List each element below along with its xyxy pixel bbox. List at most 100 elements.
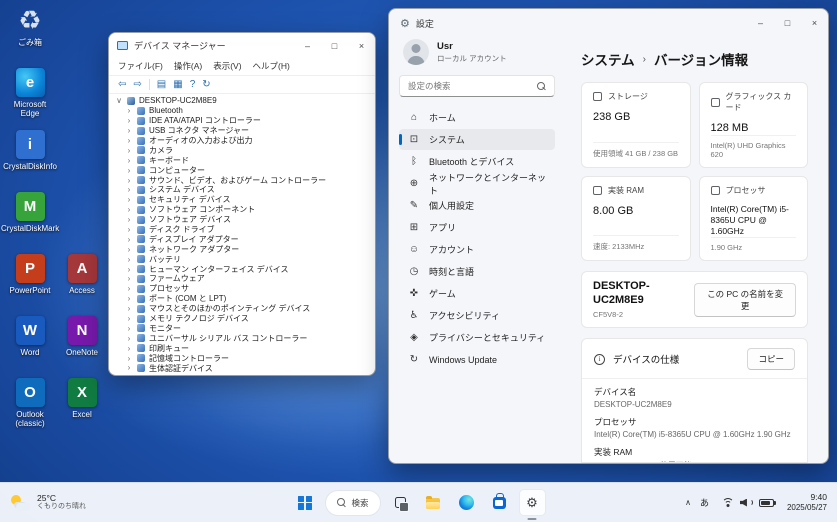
sidebar-item-time-language[interactable]: ◷ 時刻と言語	[399, 261, 555, 282]
desktop-icon-access[interactable]: A Access	[58, 254, 106, 295]
chevron-right-icon[interactable]: ›	[125, 205, 133, 214]
chevron-right-icon[interactable]: ›	[125, 106, 133, 115]
chevron-right-icon[interactable]: ›	[125, 255, 133, 264]
chevron-right-icon[interactable]: ›	[125, 265, 133, 274]
menubar-item-3[interactable]: ヘルプ(H)	[253, 60, 290, 72]
devmgr-maximize-button[interactable]: □	[321, 33, 348, 58]
settings-minimize-button[interactable]: –	[747, 9, 774, 37]
forward-icon[interactable]: ⇨	[133, 79, 141, 90]
settings-search-input[interactable]	[408, 81, 537, 91]
documentation-icon[interactable]: ▤	[157, 79, 166, 90]
copy-button[interactable]: コピー	[747, 348, 795, 371]
chevron-right-icon[interactable]: ›	[125, 176, 133, 185]
windows-start-icon	[297, 495, 312, 510]
scan-hardware-icon[interactable]: ↻	[202, 79, 210, 90]
chevron-right-icon[interactable]: ›	[125, 245, 133, 254]
chevron-right-icon[interactable]: ›	[125, 146, 133, 155]
chevron-right-icon[interactable]: ›	[125, 344, 133, 353]
chevron-right-icon[interactable]: ›	[125, 354, 133, 363]
settings-nav: ⌂ ホーム ⊡ システム ᛒ Bluetooth とデバイス ⊕ ネットワークとインターネット…	[399, 107, 555, 463]
menubar-item-0[interactable]: ファイル(F)	[118, 60, 163, 72]
back-icon[interactable]: ⇦	[118, 79, 126, 90]
tray-chevron-up-icon[interactable]: ∧	[685, 498, 691, 507]
desktop-icon-excel[interactable]: X Excel	[58, 378, 106, 419]
desktop-icon-powerpoint[interactable]: P PowerPoint	[6, 254, 54, 295]
device-manager-titlebar[interactable]: デバイス マネージャー – □ ×	[109, 33, 375, 58]
menubar-item-2[interactable]: 表示(V)	[213, 60, 241, 72]
sidebar-item-accounts[interactable]: ☺ アカウント	[399, 239, 555, 260]
crystaldiskinfo-icon: i	[15, 130, 45, 159]
sidebar-item-personalization[interactable]: ✎ 個人用設定	[399, 195, 555, 216]
ime-indicator[interactable]: あ	[700, 496, 709, 509]
chevron-right-icon[interactable]: ›	[125, 235, 133, 244]
desktop-icon-edge[interactable]: e Microsoft Edge	[6, 68, 54, 118]
sidebar-item-label: アカウント	[429, 245, 475, 255]
sidebar-item-system[interactable]: ⊡ システム	[399, 129, 555, 150]
desktop-icon-crystaldiskinfo[interactable]: i CrystalDiskInfo	[3, 130, 57, 171]
desktop-icon-crystaldiskmark[interactable]: M CrystalDiskMark	[1, 192, 59, 233]
wifi-dot	[726, 504, 730, 507]
properties-icon[interactable]: ▦	[173, 79, 182, 90]
chevron-right-icon[interactable]: ›	[125, 136, 133, 145]
devmgr-minimize-button[interactable]: –	[294, 33, 321, 58]
taskbar-edge-button[interactable]	[453, 489, 480, 516]
device-tree-item[interactable]: › 生体認証デバイス	[115, 363, 369, 373]
chevron-right-icon[interactable]: ›	[125, 284, 133, 293]
weather-widget[interactable]: 25°C くもりのち晴れ	[10, 493, 86, 512]
taskbar-settings-button[interactable]: ⚙	[518, 489, 546, 516]
settings-close-button[interactable]: ×	[801, 9, 828, 37]
settings-maximize-button[interactable]: □	[774, 9, 801, 37]
sidebar-item-apps[interactable]: ⊞ アプリ	[399, 217, 555, 238]
device-spec-header[interactable]: デバイスの仕様 コピー	[594, 348, 795, 371]
breadcrumb-parent[interactable]: システム	[581, 49, 635, 69]
desktop-icon-recycle-bin[interactable]: ♻ ごみ箱	[6, 5, 54, 47]
sidebar-item-accessibility[interactable]: ♿ アクセシビリティ	[399, 305, 555, 326]
sidebar-item-bluetooth-devices[interactable]: ᛒ Bluetooth とデバイス	[399, 151, 555, 172]
chevron-right-icon[interactable]: ›	[125, 166, 133, 175]
chevron-right-icon[interactable]: ›	[125, 363, 133, 372]
battery-icon	[758, 498, 777, 507]
taskbar-tray: ∧ あ 9:40 2025/05/27	[685, 483, 827, 522]
chevron-right-icon[interactable]: ›	[125, 225, 133, 234]
sidebar-item-privacy-security[interactable]: ◈ プライバシーとセキュリティ	[399, 327, 555, 348]
taskbar-search[interactable]: 検索	[324, 489, 381, 516]
chevron-right-icon[interactable]: ›	[125, 324, 133, 333]
help-icon[interactable]: ?	[190, 79, 196, 90]
tray-status-icons[interactable]	[718, 493, 778, 513]
processors-icon	[137, 284, 145, 293]
taskbar-store-button[interactable]	[486, 489, 513, 516]
desktop-icon-onenote[interactable]: N OneNote	[58, 316, 106, 357]
taskbar-clock[interactable]: 9:40 2025/05/27	[787, 492, 827, 513]
chevron-right-icon[interactable]: ›	[125, 195, 133, 204]
devmgr-close-button[interactable]: ×	[348, 33, 375, 58]
chevron-right-icon[interactable]: ›	[125, 185, 133, 194]
rename-pc-button[interactable]: この PC の名前を変更	[694, 282, 796, 317]
recycle-bin-icon: ♻	[18, 5, 42, 35]
sidebar-item-home[interactable]: ⌂ ホーム	[399, 107, 555, 128]
taskbar-task-view-button[interactable]	[387, 489, 414, 516]
expander-down-icon[interactable]: ∨	[115, 96, 123, 105]
sidebar-item-network-internet[interactable]: ⊕ ネットワークとインターネット	[399, 173, 555, 196]
device-tree-root[interactable]: ∨ DESKTOP-UC2M8E9	[115, 96, 369, 106]
chevron-right-icon[interactable]: ›	[125, 314, 133, 323]
sidebar-item-gaming[interactable]: ✜ ゲーム	[399, 283, 555, 304]
chevron-right-icon[interactable]: ›	[125, 116, 133, 125]
chevron-right-icon[interactable]: ›	[125, 294, 133, 303]
chevron-right-icon[interactable]: ›	[125, 126, 133, 135]
chevron-right-icon[interactable]: ›	[125, 274, 133, 283]
chevron-right-icon[interactable]: ›	[125, 304, 133, 313]
menubar-item-1[interactable]: 操作(A)	[174, 60, 202, 72]
desktop-icon-outlook[interactable]: O Outlook (classic)	[6, 378, 54, 428]
account-row[interactable]: Usr ローカル アカウント	[399, 37, 555, 75]
chevron-right-icon[interactable]: ›	[125, 334, 133, 343]
sidebar-item-windows-update[interactable]: ↻ Windows Update	[399, 349, 555, 370]
taskbar-start-button[interactable]	[291, 489, 318, 516]
desktop-icon-word[interactable]: W Word	[6, 316, 54, 357]
card-label: 実装 RAM	[608, 186, 644, 196]
settings-searchbox[interactable]	[399, 75, 555, 97]
settings-titlebar[interactable]: 設定 – □ ×	[389, 9, 828, 37]
chevron-right-icon[interactable]: ›	[125, 215, 133, 224]
chevron-right-icon[interactable]: ›	[125, 156, 133, 165]
taskbar-file-explorer-button[interactable]	[420, 489, 447, 516]
privacy-security-icon: ◈	[410, 332, 418, 343]
